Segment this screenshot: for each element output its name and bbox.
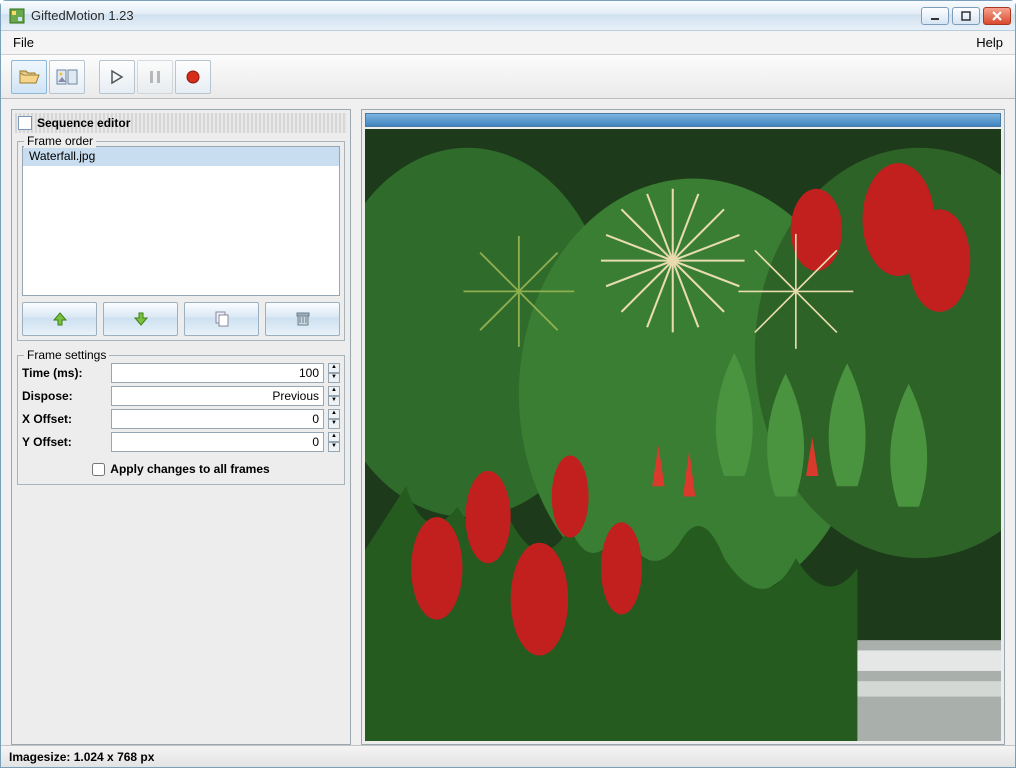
copy-icon [213,310,231,328]
open-button[interactable] [11,60,47,94]
maximize-button[interactable] [952,7,980,25]
time-label: Time (ms): [22,366,107,380]
titlebar: GiftedMotion 1.23 [1,1,1015,31]
move-down-button[interactable] [103,302,178,336]
delete-icon [294,310,312,328]
yoffset-label: Y Offset: [22,435,107,449]
yoffset-input[interactable] [111,432,324,452]
frame-settings-legend: Frame settings [24,348,109,362]
export-button[interactable] [49,60,85,94]
sequence-editor-label: Sequence editor [37,116,130,130]
time-input[interactable] [111,363,324,383]
dispose-spinner[interactable]: ▲▼ [328,386,340,406]
frame-list[interactable]: Waterfall.jpg [22,146,340,296]
apply-all-checkbox[interactable] [92,463,105,476]
pause-button [137,60,173,94]
play-button[interactable] [99,60,135,94]
menu-help[interactable]: Help [970,33,1009,52]
preview-image [365,129,1001,741]
window-title: GiftedMotion 1.23 [31,8,921,23]
arrow-down-icon [132,310,150,328]
toolbar [1,55,1015,99]
statusbar: Imagesize: 1.024 x 768 px [1,745,1015,767]
statusbar-text: Imagesize: 1.024 x 768 px [9,750,154,764]
duplicate-button[interactable] [184,302,259,336]
image-split-icon [56,68,78,86]
dispose-label: Dispose: [22,389,107,403]
apply-all-label: Apply changes to all frames [110,462,269,476]
record-button[interactable] [175,60,211,94]
menubar: File Help [1,31,1015,55]
preview-panel [361,109,1005,745]
dispose-input[interactable] [111,386,324,406]
window-icon [18,116,32,130]
xoffset-input[interactable] [111,409,324,429]
close-button[interactable] [983,7,1011,25]
frame-list-item[interactable]: Waterfall.jpg [23,147,339,166]
frame-order-legend: Frame order [24,134,96,148]
preview-header[interactable] [365,113,1001,127]
menu-file[interactable]: File [7,33,40,52]
move-up-button[interactable] [22,302,97,336]
app-icon [9,8,25,24]
arrow-up-icon [51,310,69,328]
minimize-button[interactable] [921,7,949,25]
record-icon [185,69,201,85]
sequence-editor-panel: Sequence editor Frame order Waterfall.jp… [11,109,351,745]
yoffset-spinner[interactable]: ▲▼ [328,432,340,452]
sequence-editor-title: Sequence editor [15,113,347,133]
pause-icon [147,69,163,85]
time-spinner[interactable]: ▲▼ [328,363,340,383]
delete-button[interactable] [265,302,340,336]
play-icon [109,69,125,85]
xoffset-spinner[interactable]: ▲▼ [328,409,340,429]
xoffset-label: X Offset: [22,412,107,426]
folder-open-icon [18,67,40,87]
